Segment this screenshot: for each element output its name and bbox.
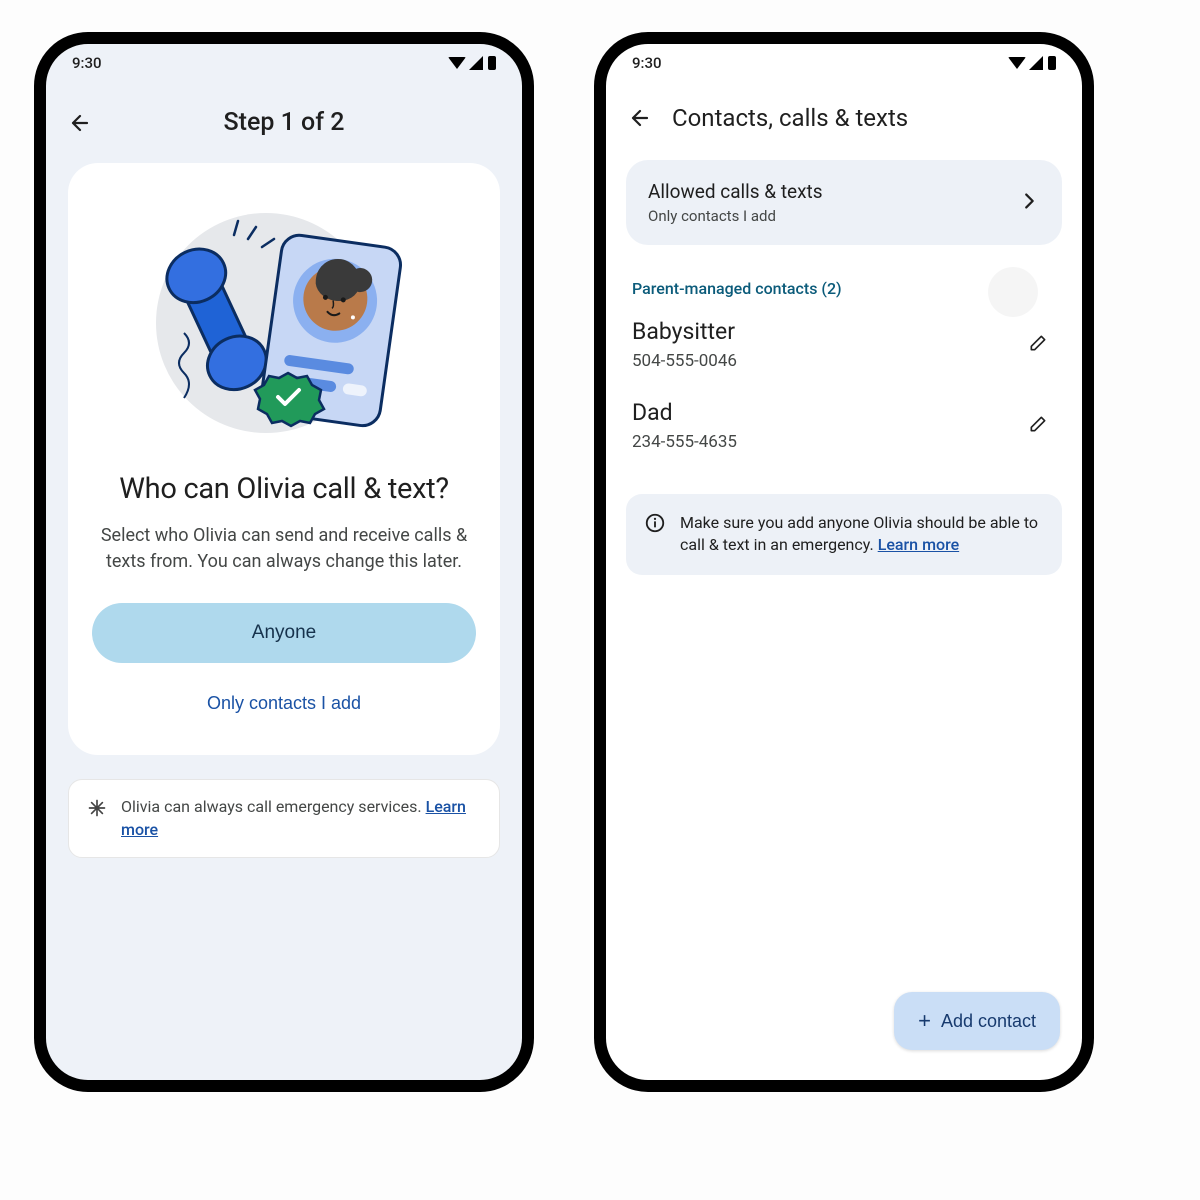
plus-icon: + bbox=[918, 1008, 931, 1034]
status-time: 9:30 bbox=[72, 54, 102, 72]
touch-ripple-icon bbox=[988, 267, 1038, 317]
header: Contacts, calls & texts bbox=[606, 82, 1082, 160]
medical-icon bbox=[87, 798, 107, 841]
page-title: Contacts, calls & texts bbox=[672, 104, 908, 132]
contact-phone: 504-555-0046 bbox=[632, 351, 737, 371]
emergency-note-text: Olivia can always call emergency service… bbox=[121, 796, 481, 841]
phone-contacts-settings: 9:30 Contacts, calls & texts Allowed cal… bbox=[594, 32, 1094, 1092]
edit-icon[interactable] bbox=[1020, 325, 1056, 365]
emergency-info-text: Make sure you add anyone Olivia should b… bbox=[680, 512, 1044, 557]
wifi-icon bbox=[1008, 57, 1026, 69]
battery-icon bbox=[1048, 56, 1056, 70]
page-title: Step 1 of 2 bbox=[92, 108, 476, 137]
contact-name: Babysitter bbox=[632, 318, 737, 345]
status-bar: 9:30 bbox=[606, 44, 1082, 82]
chevron-right-icon bbox=[1018, 190, 1040, 216]
status-icons bbox=[1008, 56, 1056, 70]
phone-step1: 9:30 Step 1 of 2 bbox=[34, 32, 534, 1092]
edit-icon[interactable] bbox=[1020, 406, 1056, 446]
card-description: Select who Olivia can send and receive c… bbox=[92, 523, 476, 575]
battery-icon bbox=[488, 56, 496, 70]
emergency-note: Olivia can always call emergency service… bbox=[68, 779, 500, 858]
emergency-info-box: Make sure you add anyone Olivia should b… bbox=[626, 494, 1062, 575]
cell-signal-icon bbox=[469, 56, 483, 70]
card-title: Who can Olivia call & text? bbox=[92, 471, 476, 507]
allowed-calls-row[interactable]: Allowed calls & texts Only contacts I ad… bbox=[626, 160, 1062, 245]
anyone-button[interactable]: Anyone bbox=[92, 603, 476, 663]
cell-signal-icon bbox=[1029, 56, 1043, 70]
allowed-calls-subtitle: Only contacts I add bbox=[648, 207, 823, 225]
contact-name: Dad bbox=[632, 399, 737, 426]
who-can-call-illustration bbox=[144, 193, 424, 453]
add-contact-label: Add contact bbox=[941, 1011, 1036, 1032]
contact-row[interactable]: Dad 234-555-4635 bbox=[606, 385, 1082, 466]
status-time: 9:30 bbox=[632, 54, 662, 72]
back-arrow-icon[interactable] bbox=[68, 111, 92, 135]
wifi-icon bbox=[448, 57, 466, 69]
only-contacts-button[interactable]: Only contacts I add bbox=[92, 681, 476, 725]
allowed-calls-title: Allowed calls & texts bbox=[648, 180, 823, 203]
status-bar: 9:30 bbox=[46, 44, 522, 82]
back-arrow-icon[interactable] bbox=[628, 106, 652, 130]
contact-phone: 234-555-4635 bbox=[632, 432, 737, 452]
onboarding-card: Who can Olivia call & text? Select who O… bbox=[68, 163, 500, 755]
section-label-managed-contacts: Parent-managed contacts (2) bbox=[632, 279, 1056, 298]
add-contact-button[interactable]: + Add contact bbox=[894, 992, 1060, 1050]
status-icons bbox=[448, 56, 496, 70]
header: Step 1 of 2 bbox=[46, 82, 522, 163]
info-icon bbox=[644, 512, 666, 557]
learn-more-link[interactable]: Learn more bbox=[878, 535, 959, 554]
